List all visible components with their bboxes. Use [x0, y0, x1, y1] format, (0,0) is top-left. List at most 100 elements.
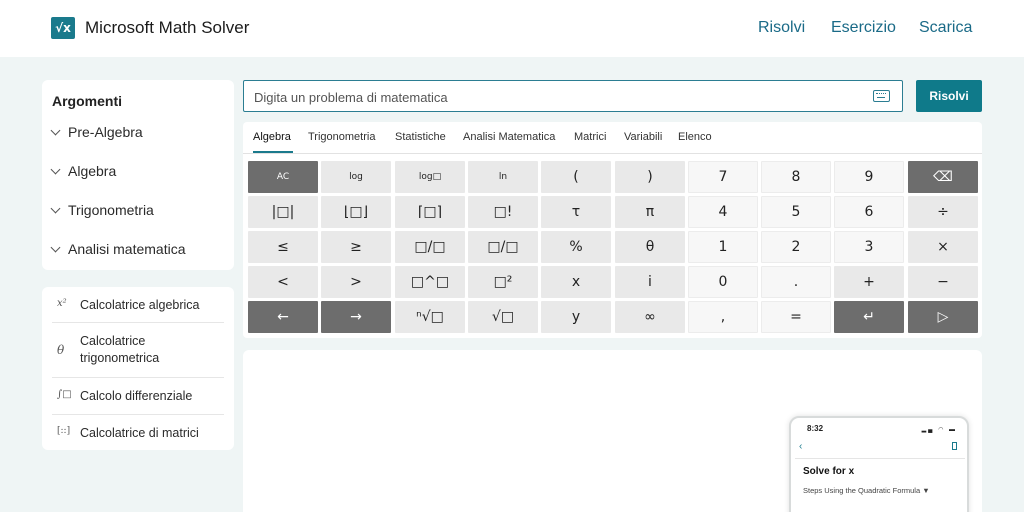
key-2[interactable]: 2	[761, 231, 831, 263]
calculator-matrix-link[interactable]: [::] Calcolatrice di matrici	[52, 415, 224, 450]
key-ceiling[interactable]: ⌈□⌉	[395, 196, 465, 228]
calculator-algebra-link[interactable]: x² Calcolatrice algebrica	[52, 287, 224, 323]
key-right-arrow[interactable]: →	[321, 301, 391, 333]
key-ln[interactable]: ln	[468, 161, 538, 193]
matrix-icon: [::]	[57, 426, 71, 436]
phone-time: 8:32	[807, 424, 824, 433]
key-7[interactable]: 7	[688, 161, 758, 193]
key-close-paren[interactable]: )	[615, 161, 685, 193]
chevron-down-icon	[50, 125, 61, 136]
tab-trigonometria[interactable]: Trigonometria	[308, 131, 375, 143]
brand-name[interactable]: Microsoft Math Solver	[85, 18, 249, 38]
key-log-base[interactable]: log□	[395, 161, 465, 193]
topic-trigonometria[interactable]: Trigonometria	[50, 202, 154, 218]
tab-matrici[interactable]: Matrici	[574, 131, 606, 143]
tab-variabili[interactable]: Variabili	[624, 131, 662, 143]
key-5[interactable]: 5	[761, 196, 831, 228]
nav-risolvi[interactable]: Risolvi	[758, 19, 805, 37]
key-sqrt[interactable]: √□	[468, 301, 538, 333]
key-log[interactable]: log	[321, 161, 391, 193]
tab-algebra[interactable]: Algebra	[253, 131, 291, 143]
key-comma[interactable]: ,	[688, 301, 758, 333]
key-left-arrow[interactable]: ←	[248, 301, 318, 333]
key-multiply[interactable]: ×	[908, 231, 978, 263]
key-9[interactable]: 9	[834, 161, 904, 193]
topic-label: Algebra	[68, 163, 117, 179]
key-less-equal[interactable]: ≤	[248, 231, 318, 263]
topic-label: Pre-Algebra	[68, 124, 143, 140]
key-equals[interactable]: =	[761, 301, 831, 333]
calculator-calculus-link[interactable]: ∫□ Calcolo differenziale	[52, 378, 224, 415]
calculator-label: Calcolatrice algebrica	[80, 298, 200, 312]
topic-pre-algebra[interactable]: Pre-Algebra	[50, 124, 143, 140]
key-plus[interactable]: +	[834, 266, 904, 298]
key-1[interactable]: 1	[688, 231, 758, 263]
topics-card: Argomenti Pre-Algebra Algebra Trigonomet…	[42, 80, 234, 270]
topic-label: Trigonometria	[68, 202, 154, 218]
key-enter[interactable]: ↵	[834, 301, 904, 333]
key-greater-equal[interactable]: ≥	[321, 231, 391, 263]
key-clear-all[interactable]: AC	[248, 161, 318, 193]
header: √x Microsoft Math Solver Risolvi Eserciz…	[0, 0, 1024, 57]
topic-analisi-matematica[interactable]: Analisi matematica	[50, 241, 186, 257]
key-power[interactable]: □^□	[395, 266, 465, 298]
calculator-label: Calcolatrice trigonometrica	[80, 334, 160, 365]
key-solve-arrow[interactable]: ▷	[908, 301, 978, 333]
key-tau[interactable]: τ	[541, 196, 611, 228]
tab-analisi-matematica[interactable]: Analisi Matematica	[463, 131, 555, 143]
math-problem-input[interactable]	[254, 87, 854, 107]
chevron-down-icon	[50, 203, 61, 214]
chevron-down-icon	[50, 164, 61, 175]
key-decimal[interactable]: .	[761, 266, 831, 298]
tab-elenco[interactable]: Elenco	[678, 131, 712, 143]
key-factorial[interactable]: □!	[468, 196, 538, 228]
nav-esercizio[interactable]: Esercizio	[831, 19, 896, 37]
key-greater-than[interactable]: >	[321, 266, 391, 298]
key-percent[interactable]: %	[541, 231, 611, 263]
keyboard-icon[interactable]	[873, 90, 890, 102]
preview-area: 8:32 ▂▄ ◠ ▬ ‹ Solve for x Steps Using th…	[243, 350, 982, 512]
integral-icon: ∫□	[57, 389, 72, 400]
key-theta[interactable]: θ	[615, 231, 685, 263]
key-x[interactable]: x	[541, 266, 611, 298]
key-mixed-fraction[interactable]: □/□	[395, 231, 465, 263]
key-square[interactable]: □²	[468, 266, 538, 298]
chevron-down-icon	[50, 242, 61, 253]
math-solver-logo-icon[interactable]: √x	[51, 17, 75, 39]
x-squared-icon: x²	[57, 298, 67, 309]
key-3[interactable]: 3	[834, 231, 904, 263]
key-backspace[interactable]: ⌫	[908, 161, 978, 193]
calculator-label: Calcolatrice di matrici	[80, 426, 199, 440]
key-4[interactable]: 4	[688, 196, 758, 228]
key-y[interactable]: y	[541, 301, 611, 333]
key-divide[interactable]: ÷	[908, 196, 978, 228]
key-0[interactable]: 0	[688, 266, 758, 298]
nav-scarica[interactable]: Scarica	[919, 19, 972, 37]
tab-statistiche[interactable]: Statistiche	[395, 131, 446, 143]
key-nth-root[interactable]: ⁿ√□	[395, 301, 465, 333]
key-less-than[interactable]: <	[248, 266, 318, 298]
key-8[interactable]: 8	[761, 161, 831, 193]
phone-title: Solve for x	[803, 466, 855, 477]
key-floor[interactable]: ⌊□⌋	[321, 196, 391, 228]
theta-icon: θ	[57, 343, 65, 357]
phone-status-icons: ▂▄ ◠ ▬	[921, 427, 957, 433]
key-minus[interactable]: −	[908, 266, 978, 298]
math-keypad-panel: Algebra Trigonometria Statistiche Analis…	[243, 122, 982, 338]
calculators-card: x² Calcolatrice algebrica θ Calcolatrice…	[42, 287, 234, 450]
phone-subtitle: Steps Using the Quadratic Formula ▼	[803, 486, 930, 495]
key-absolute[interactable]: |□|	[248, 196, 318, 228]
key-6[interactable]: 6	[834, 196, 904, 228]
back-arrow-icon: ‹	[799, 441, 803, 452]
key-infinity[interactable]: ∞	[615, 301, 685, 333]
bookmark-icon	[952, 442, 957, 450]
solve-button[interactable]: Risolvi	[916, 80, 982, 112]
topics-title: Argomenti	[52, 93, 122, 109]
calculator-trigonometry-link[interactable]: θ Calcolatrice trigonometrica	[52, 323, 224, 378]
topic-algebra[interactable]: Algebra	[50, 163, 117, 179]
phone-mockup: 8:32 ▂▄ ◠ ▬ ‹ Solve for x Steps Using th…	[789, 416, 969, 512]
key-i[interactable]: i	[615, 266, 685, 298]
key-pi[interactable]: π	[615, 196, 685, 228]
key-fraction[interactable]: □/□	[468, 231, 538, 263]
key-open-paren[interactable]: (	[541, 161, 611, 193]
